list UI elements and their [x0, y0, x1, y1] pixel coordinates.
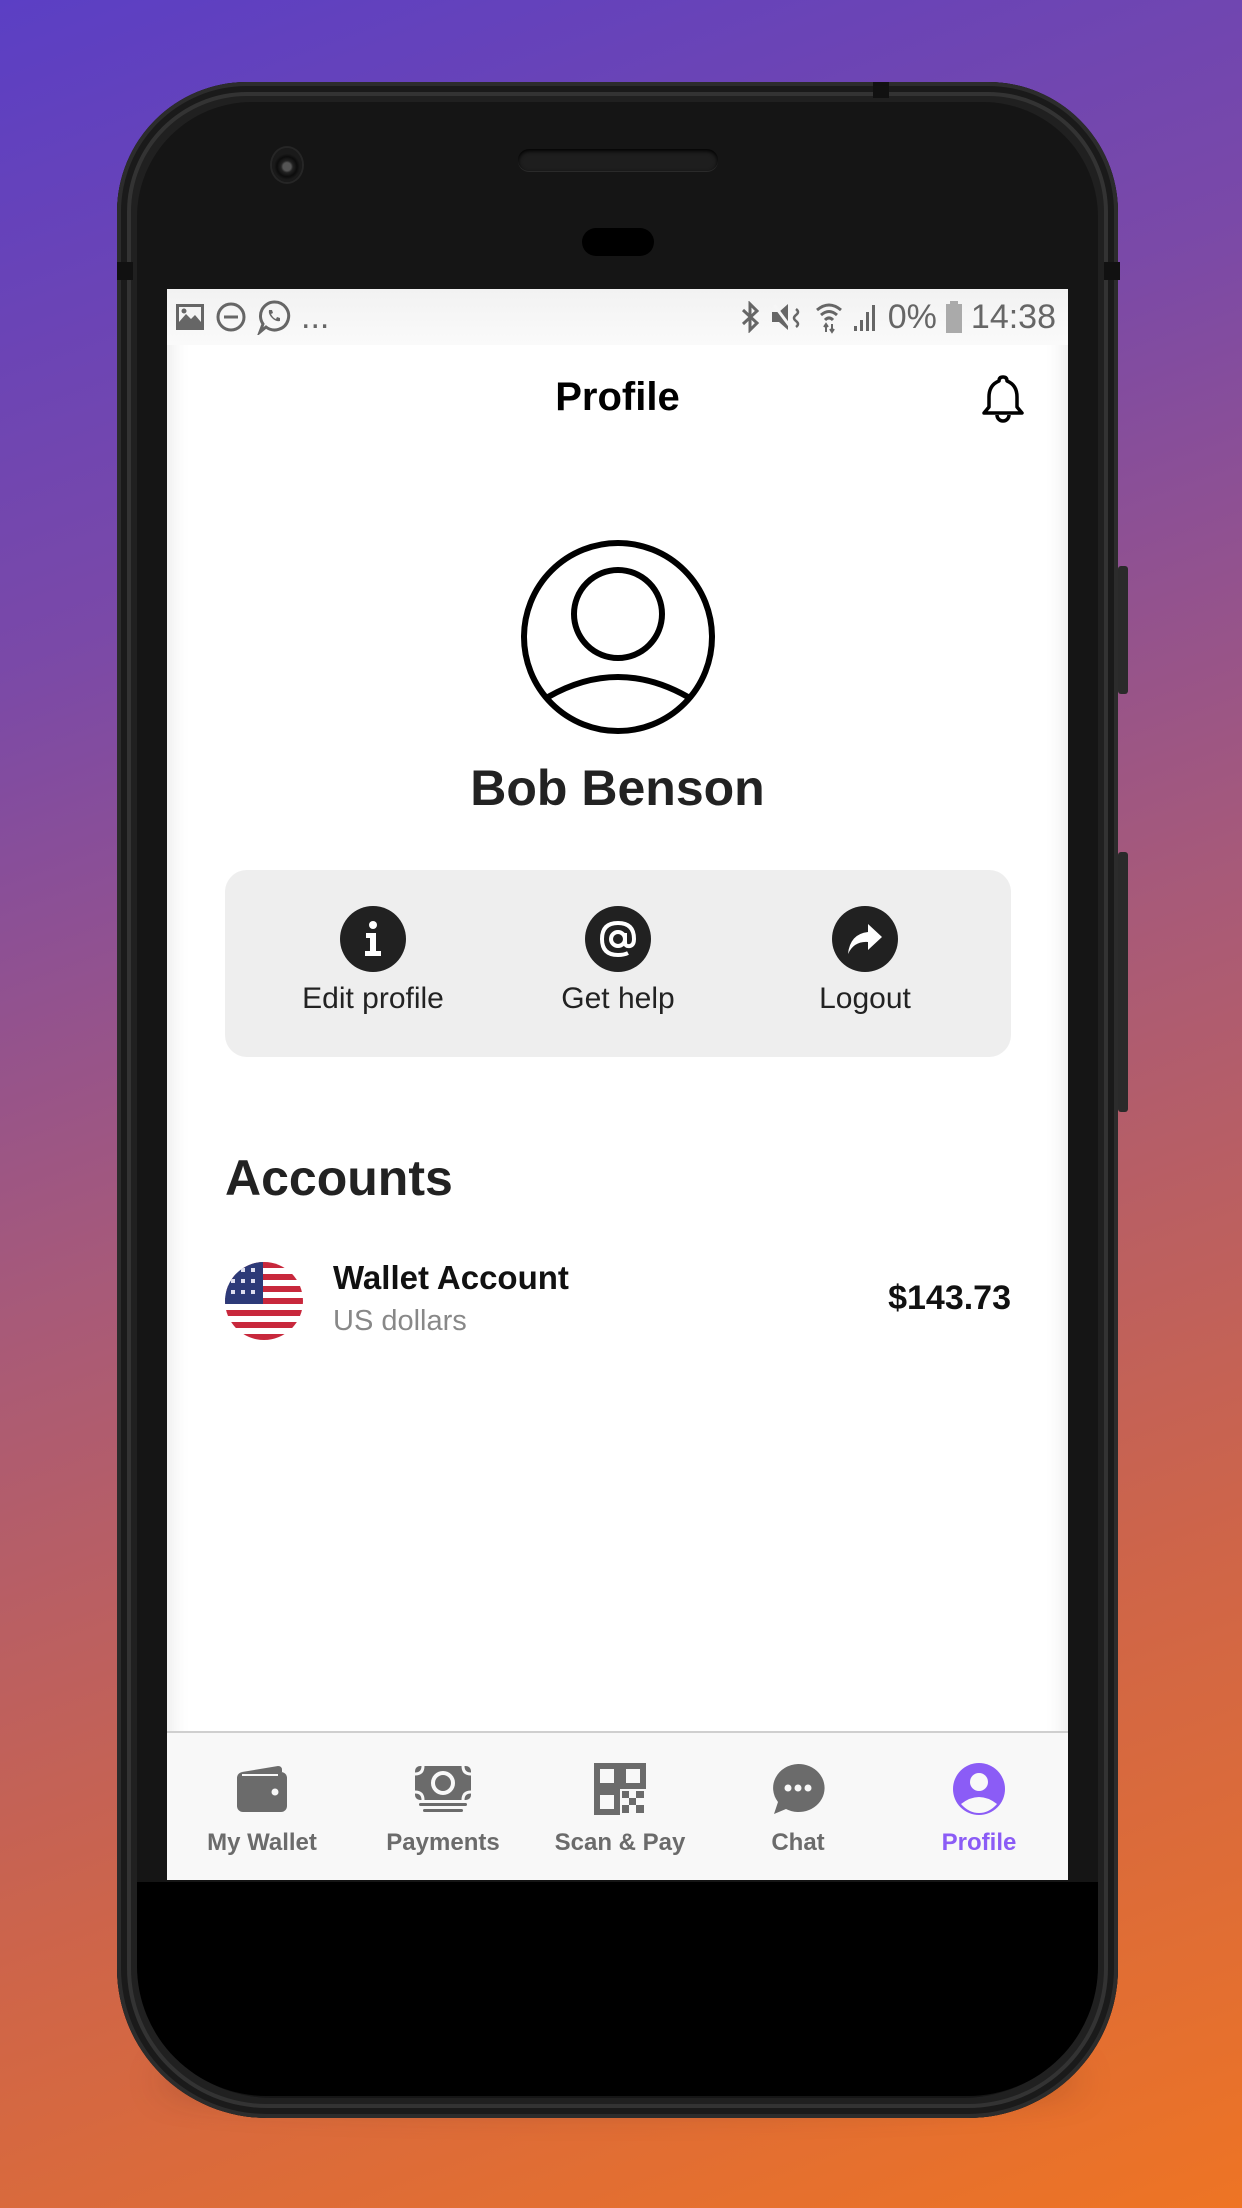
- get-help-button[interactable]: Get help: [518, 906, 718, 1016]
- profile-actions-card: Edit profile Get help Logout: [225, 870, 1011, 1057]
- nav-label: Profile: [941, 1829, 1017, 1856]
- us-flag-icon: [225, 1262, 303, 1340]
- notifications-overflow: ...: [301, 297, 330, 336]
- edit-profile-button[interactable]: Edit profile: [273, 906, 473, 1016]
- logout-label: Logout: [819, 982, 911, 1015]
- account-currency: US dollars: [333, 1305, 467, 1337]
- front-camera: [272, 148, 302, 182]
- nav-label: Chat: [771, 1829, 825, 1856]
- money-icon: [353, 1761, 533, 1817]
- whatsapp-icon: [257, 299, 291, 335]
- nav-label: Payments: [386, 1829, 500, 1856]
- nav-scan-pay[interactable]: Scan & Pay: [530, 1761, 710, 1857]
- notifications-button[interactable]: [980, 373, 1026, 430]
- phone-antenna-line: [117, 262, 133, 280]
- nav-profile[interactable]: Profile: [889, 1761, 1068, 1857]
- phone-antenna-line: [873, 82, 889, 98]
- phone-chin: [137, 1882, 1098, 2096]
- nav-my-wallet[interactable]: My Wallet: [172, 1761, 352, 1857]
- gallery-icon: [175, 303, 205, 331]
- user-name: Bob Benson: [470, 760, 765, 816]
- app-screen: ... 0% 14:38 Profile Bob Benson Edit pro…: [167, 289, 1068, 1880]
- chat-bubble-icon: [708, 1761, 888, 1817]
- clock: 14:38: [970, 297, 1056, 336]
- do-not-disturb-icon: [215, 301, 247, 333]
- wifi-icon: [814, 300, 844, 334]
- earpiece-speaker: [518, 149, 718, 171]
- wallet-icon: [172, 1761, 352, 1817]
- page-title: Profile: [555, 375, 680, 419]
- nav-label: My Wallet: [207, 1829, 317, 1856]
- at-icon: [585, 906, 651, 972]
- phone-antenna-line: [1104, 262, 1120, 280]
- get-help-label: Get help: [561, 982, 675, 1015]
- account-list-item[interactable]: Wallet Account US dollars $143.73: [225, 1259, 1011, 1340]
- signal-icon: [852, 302, 880, 332]
- power-button: [1118, 852, 1128, 1112]
- edit-profile-label: Edit profile: [302, 982, 444, 1015]
- battery-percent: 0%: [887, 297, 937, 336]
- info-icon: [340, 906, 406, 972]
- account-balance: $143.73: [888, 1279, 1011, 1317]
- qr-code-icon: [530, 1761, 710, 1817]
- user-circle-icon: [520, 540, 716, 739]
- bell-icon: [980, 375, 1026, 429]
- account-name: Wallet Account: [333, 1259, 569, 1296]
- logout-button[interactable]: Logout: [765, 906, 965, 1016]
- accounts-heading: Accounts: [225, 1150, 453, 1206]
- volume-button: [1118, 566, 1128, 694]
- app-header: Profile: [167, 345, 1068, 445]
- avatar: [520, 539, 716, 740]
- nav-label: Scan & Pay: [554, 1829, 686, 1856]
- bluetooth-icon: [740, 301, 762, 333]
- proximity-sensor: [582, 228, 654, 256]
- battery-icon: [945, 300, 963, 334]
- nav-chat[interactable]: Chat: [708, 1761, 888, 1857]
- nav-payments[interactable]: Payments: [353, 1761, 533, 1857]
- profile-icon: [889, 1761, 1068, 1817]
- status-bar: ... 0% 14:38: [167, 289, 1068, 345]
- bottom-navigation: My Wallet Payments Scan & Pay Chat Profi…: [167, 1731, 1068, 1880]
- mute-icon: [770, 301, 806, 333]
- share-arrow-icon: [832, 906, 898, 972]
